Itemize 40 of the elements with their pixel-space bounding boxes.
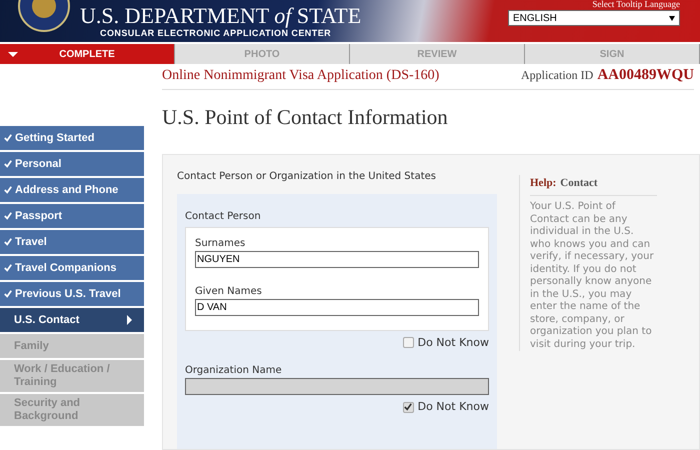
language-select[interactable]: ENGLISH <box>508 10 680 26</box>
sidebar-item[interactable]: Previous U.S. Travel <box>0 282 144 306</box>
section-title: Contact Person or Organization in the United States <box>177 170 437 184</box>
sidebar-item[interactable]: Passport <box>0 204 144 228</box>
field-label: Organization Name <box>185 364 283 378</box>
checkbox-label: Do Not Know <box>418 334 489 350</box>
checkbox-label: Do Not Know <box>418 399 489 415</box>
check-icon <box>4 160 12 168</box>
sidebar-item[interactable]: Address and Phone <box>0 178 144 202</box>
step-tab[interactable]: COMPLETE <box>0 44 175 64</box>
form-title: Online Nonimmigrant Visa Application (DS-160) <box>162 67 440 85</box>
sidebar-item[interactable]: U.S. Contact <box>0 308 144 332</box>
language-label: Select Tooltip Language <box>592 0 680 9</box>
check-icon <box>4 238 12 246</box>
field-label: Given Names <box>195 284 263 298</box>
site-subtitle: CONSULAR ELECTRONIC APPLICATION CENTER <box>100 28 332 38</box>
help-topic: Contact <box>560 176 598 190</box>
caret-icon <box>8 52 18 56</box>
check-icon <box>4 290 12 298</box>
check-icon <box>4 186 12 194</box>
check-icon <box>4 264 12 272</box>
dropdown-arrow-icon <box>669 16 675 20</box>
checkbox[interactable] <box>402 337 414 348</box>
help-text: Your U.S. Point of Contact can be any individual in the U.S. who knows you and can verify, if necessary, your identity. If you do not personally know anyone in the U.S., you may enter the name of the store, company, or organization you plan to visit during your trip. <box>530 201 655 351</box>
fieldset-legend: Contact Person <box>185 210 261 222</box>
application-id: AA00489WQU <box>597 66 694 84</box>
field-label: Surnames <box>195 236 246 250</box>
check-icon <box>4 212 12 220</box>
help-label: Help: <box>530 176 556 190</box>
site-title: U.S. DEPARTMENT of STATE <box>80 4 362 26</box>
text-field[interactable]: NGUYEN <box>195 250 479 268</box>
sidebar-item[interactable]: Travel <box>0 230 144 254</box>
check-icon <box>4 134 12 142</box>
arrow-icon <box>127 315 132 325</box>
sidebar-item[interactable]: Personal <box>0 152 144 176</box>
sidebar-item[interactable]: Getting Started <box>0 126 144 150</box>
text-field[interactable]: D VAN <box>195 298 479 316</box>
sidebar-item[interactable]: Travel Companions <box>0 256 144 280</box>
application-id-label: Application ID <box>521 66 594 84</box>
page-title: U.S. Point of Contact Information <box>162 104 449 131</box>
